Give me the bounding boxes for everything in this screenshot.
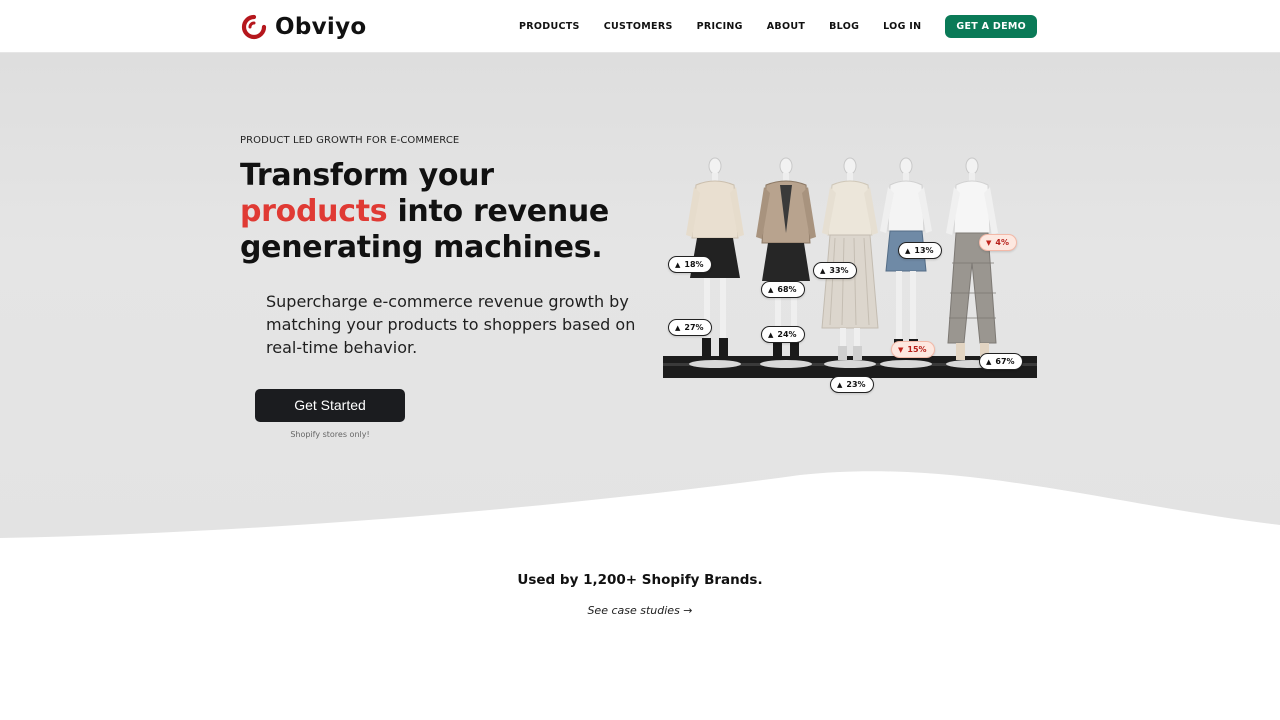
case-studies-link[interactable]: See case studies → <box>0 604 1280 617</box>
nav-pricing[interactable]: PRICING <box>697 21 743 32</box>
arrow-down-icon: ▼ <box>898 346 904 354</box>
mannequin-5 <box>946 157 998 360</box>
get-started-button[interactable]: Get Started <box>255 389 405 422</box>
arrow-up-icon: ▲ <box>768 286 774 294</box>
nav-products[interactable]: PRODUCTS <box>519 21 580 32</box>
arrow-up-icon: ▲ <box>675 324 681 332</box>
hero-headline: Transform your products into revenue gene… <box>240 158 640 266</box>
nav-blog[interactable]: BLOG <box>829 21 859 32</box>
logo[interactable]: Obviyo <box>241 13 367 41</box>
main-nav: PRODUCTS CUSTOMERS PRICING ABOUT BLOG LO… <box>519 15 1037 38</box>
nav-login[interactable]: LOG IN <box>883 21 921 32</box>
nav-customers[interactable]: CUSTOMERS <box>604 21 673 32</box>
mannequin-3 <box>821 157 879 360</box>
metric-badge-negative: ▼ 15% <box>891 341 935 358</box>
trust-heading: Used by 1,200+ Shopify Brands. <box>517 572 763 588</box>
arrow-up-icon: ▲ <box>675 261 681 269</box>
obviyo-logo-icon <box>241 14 267 40</box>
headline-accent: products <box>240 194 388 229</box>
mannequin-illustration: ▲ 18% ▲ 27% ▲ 68% ▲ 24% ▲ 33% ▲ 23% ▲ 13% ▼ 15% … <box>660 153 1040 393</box>
metric-badge: ▲ 23% <box>830 376 874 393</box>
hero-wave-divider <box>0 471 1280 543</box>
metric-badge: ▲ 33% <box>813 262 857 279</box>
metric-badge: ▲ 24% <box>761 326 805 343</box>
arrow-up-icon: ▲ <box>820 267 826 275</box>
mannequin-4 <box>880 157 932 360</box>
metric-badge: ▲ 67% <box>979 353 1023 370</box>
cta-note: Shopify stores only! <box>290 430 370 439</box>
metric-badge: ▲ 13% <box>898 242 942 259</box>
logo-text: Obviyo <box>275 14 367 40</box>
metric-badge: ▲ 18% <box>668 256 712 273</box>
site-header: Obviyo PRODUCTS CUSTOMERS PRICING ABOUT … <box>0 0 1280 53</box>
metric-badge: ▲ 27% <box>668 319 712 336</box>
hero-section: PRODUCT LED GROWTH FOR E-COMMERCE Transf… <box>0 53 1280 543</box>
arrow-down-icon: ▼ <box>986 239 992 247</box>
arrow-up-icon: ▲ <box>986 358 992 366</box>
headline-line1: Transform your <box>240 158 494 193</box>
metric-badge-negative: ▼ 4% <box>979 234 1017 251</box>
get-demo-button[interactable]: GET A DEMO <box>945 15 1037 38</box>
hero-subtext: Supercharge e-commerce revenue growth by… <box>266 292 636 357</box>
nav-about[interactable]: ABOUT <box>767 21 805 32</box>
metric-badge: ▲ 68% <box>761 281 805 298</box>
arrow-up-icon: ▲ <box>768 331 774 339</box>
arrow-up-icon: ▲ <box>837 381 843 389</box>
hero-eyebrow: PRODUCT LED GROWTH FOR E-COMMERCE <box>240 135 460 146</box>
arrow-up-icon: ▲ <box>905 247 911 255</box>
